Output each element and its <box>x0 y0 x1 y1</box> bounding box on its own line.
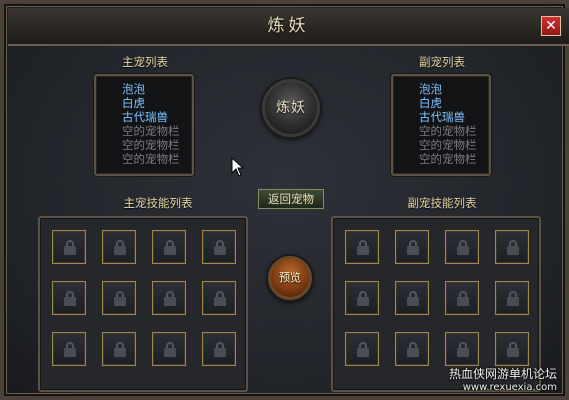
skill-slot[interactable] <box>445 332 479 366</box>
main-pet-list-item[interactable]: 泡泡 <box>96 82 192 96</box>
main-pet-list-label: 主宠列表 <box>122 55 168 69</box>
lock-icon <box>507 342 519 357</box>
main-pet-list-item[interactable]: 空的宠物栏 <box>96 138 192 152</box>
skill-slot[interactable] <box>152 230 186 264</box>
lock-icon <box>457 240 469 255</box>
sub-pet-list-item[interactable]: 泡泡 <box>393 82 489 96</box>
skill-slot[interactable] <box>52 281 86 315</box>
sub-pet-list-label: 副宠列表 <box>419 55 465 69</box>
skill-slot[interactable] <box>202 230 236 264</box>
lock-icon <box>407 342 419 357</box>
lock-icon <box>114 342 126 357</box>
skill-slot[interactable] <box>52 230 86 264</box>
lock-icon <box>64 342 76 357</box>
skill-slot[interactable] <box>395 230 429 264</box>
lock-icon <box>164 240 176 255</box>
lock-icon <box>164 342 176 357</box>
refine-button[interactable]: 炼妖 <box>262 79 320 137</box>
main-pet-list-item[interactable]: 空的宠物栏 <box>96 124 192 138</box>
sub-pet-list-item[interactable]: 白虎 <box>393 96 489 110</box>
lock-icon <box>214 342 226 357</box>
skill-slot[interactable] <box>395 332 429 366</box>
lock-icon <box>457 342 469 357</box>
sub-pet-list: 泡泡 白虎 古代瑞兽 空的宠物栏 空的宠物栏 空的宠物栏 <box>391 74 491 176</box>
main-pet-list: 泡泡 白虎 古代瑞兽 空的宠物栏 空的宠物栏 空的宠物栏 <box>94 74 194 176</box>
skill-slot[interactable] <box>395 281 429 315</box>
skill-slot[interactable] <box>102 230 136 264</box>
skill-slot[interactable] <box>202 281 236 315</box>
return-pet-button[interactable]: 返回宠物 <box>258 189 324 209</box>
skill-slot[interactable] <box>445 281 479 315</box>
watermark-url: www.rexuexia.com <box>462 382 557 393</box>
lock-icon <box>407 240 419 255</box>
sub-pet-list-item[interactable]: 古代瑞兽 <box>393 110 489 124</box>
lock-icon <box>507 291 519 306</box>
lock-icon <box>114 240 126 255</box>
lock-icon <box>457 291 469 306</box>
mouse-cursor-icon <box>231 157 245 177</box>
sub-skill-list <box>331 216 541 392</box>
main-pet-list-item[interactable]: 白虎 <box>96 96 192 110</box>
close-button[interactable]: ✕ <box>541 16 561 36</box>
skill-slot[interactable] <box>495 230 529 264</box>
refine-window: 炼妖 ✕ 主宠列表 泡泡 白虎 古代瑞兽 空的宠物栏 空的宠物栏 空的宠物栏 副宠列表 泡… <box>0 0 569 400</box>
sub-pet-list-item[interactable]: 空的宠物栏 <box>393 124 489 138</box>
main-skill-list-label: 主宠技能列表 <box>123 196 193 210</box>
skill-slot[interactable] <box>152 332 186 366</box>
preview-button[interactable]: 预览 <box>268 256 312 300</box>
lock-icon <box>357 240 369 255</box>
main-skill-list <box>38 216 248 392</box>
skill-slot[interactable] <box>445 230 479 264</box>
skill-slot[interactable] <box>52 332 86 366</box>
skill-slot[interactable] <box>345 281 379 315</box>
window-title: 炼妖 <box>267 16 310 36</box>
lock-icon <box>357 342 369 357</box>
skill-slot[interactable] <box>202 332 236 366</box>
main-pet-list-item[interactable]: 古代瑞兽 <box>96 110 192 124</box>
skill-slot[interactable] <box>152 281 186 315</box>
lock-icon <box>214 240 226 255</box>
lock-icon <box>114 291 126 306</box>
skill-slot[interactable] <box>345 332 379 366</box>
skill-slot[interactable] <box>345 230 379 264</box>
watermark-title: 热血侠网游单机论坛 <box>448 367 557 381</box>
title-bar: 炼妖 ✕ <box>8 8 569 46</box>
skill-slot[interactable] <box>495 332 529 366</box>
sub-skill-list-label: 副宠技能列表 <box>407 196 477 210</box>
lock-icon <box>407 291 419 306</box>
lock-icon <box>214 291 226 306</box>
lock-icon <box>164 291 176 306</box>
skill-slot[interactable] <box>102 332 136 366</box>
lock-icon <box>357 291 369 306</box>
lock-icon <box>507 240 519 255</box>
skill-slot[interactable] <box>102 281 136 315</box>
skill-slot[interactable] <box>495 281 529 315</box>
sub-pet-list-item[interactable]: 空的宠物栏 <box>393 138 489 152</box>
watermark: 热血侠网游单机论坛 www.rexuexia.com <box>449 367 557 394</box>
lock-icon <box>64 291 76 306</box>
main-pet-list-item[interactable]: 空的宠物栏 <box>96 152 192 166</box>
sub-pet-list-item[interactable]: 空的宠物栏 <box>393 152 489 166</box>
lock-icon <box>64 240 76 255</box>
